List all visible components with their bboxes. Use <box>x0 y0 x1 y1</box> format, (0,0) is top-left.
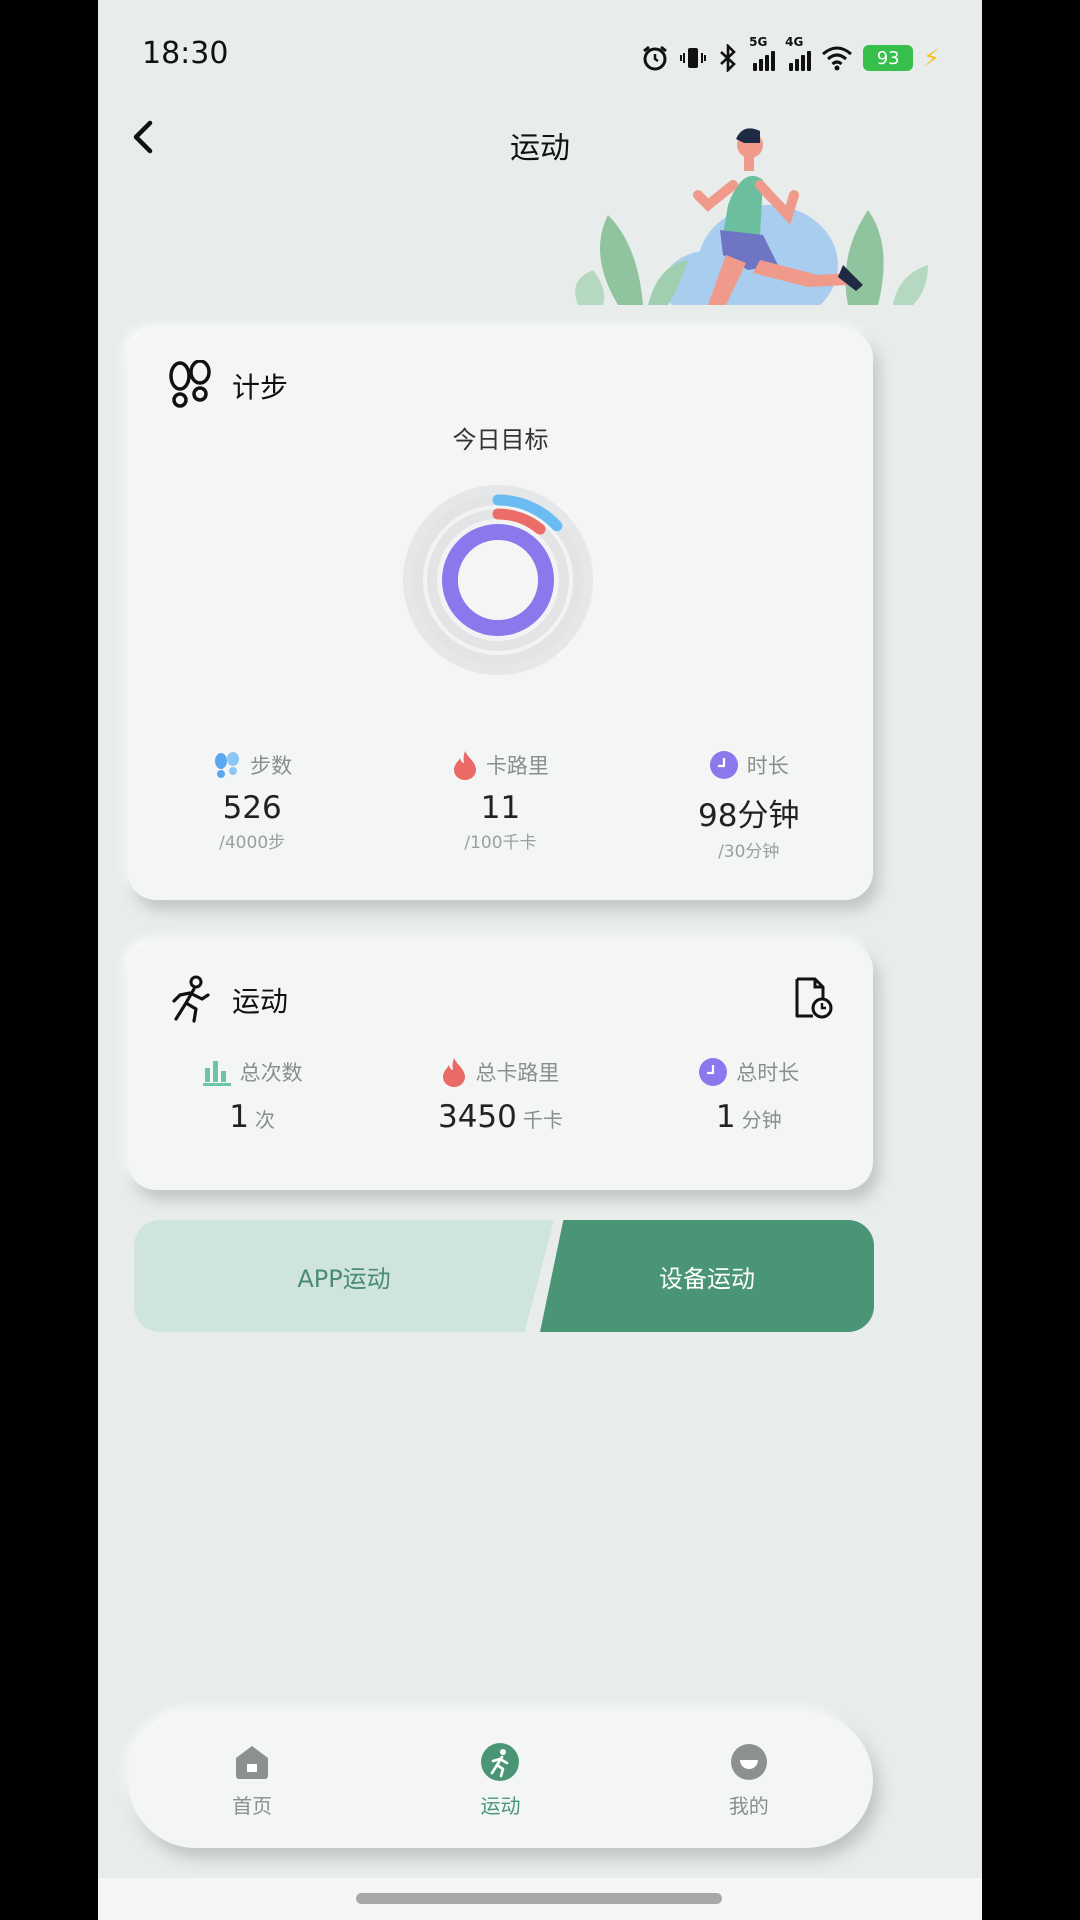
status-bar: 18:30 5G 4G 93 ⚡ <box>98 0 982 110</box>
nav-item-profile-label: 我的 <box>728 1793 769 1818</box>
signal-5g-icon: 5G <box>749 35 776 71</box>
stat-duration-value: 98分钟 <box>698 798 800 834</box>
status-icons: 5G 4G 93 ⚡ <box>641 35 940 78</box>
stat-total-calories: 总卡路里 3450 千卡 <box>376 1057 624 1135</box>
battery-icon: 93 <box>863 45 914 71</box>
stat-total-count-value: 1 <box>229 1099 250 1135</box>
runner-illustration <box>575 128 928 305</box>
stat-calories-label: 卡路里 <box>485 754 549 778</box>
step-counter-card: 计步 今日目标 步数 526 /4000步 卡路里 11 /100千卡 时长 9… <box>128 330 873 900</box>
nav-item-home[interactable]: 首页 <box>128 1712 376 1848</box>
stat-total-duration-label: 总时长 <box>736 1061 800 1085</box>
stat-steps-label: 步数 <box>250 754 293 778</box>
status-time: 18:30 <box>142 36 229 71</box>
stat-calories-goal: /100千卡 <box>464 833 537 853</box>
running-icon <box>481 1742 520 1781</box>
exercise-stats: 总次数 1 次 总卡路里 3450 千卡 总时长 1 分钟 <box>128 1057 873 1135</box>
stat-duration: 时长 98分钟 /30分钟 <box>625 750 873 862</box>
step-card-header: 计步 <box>166 360 288 412</box>
stat-total-duration-value: 1 <box>715 1099 736 1135</box>
stat-total-calories-value: 3450 <box>437 1099 517 1135</box>
step-card-title: 计步 <box>232 371 289 404</box>
app-exercise-button[interactable]: APP运动 <box>134 1220 554 1332</box>
profile-icon <box>730 1743 767 1780</box>
vibrate-icon <box>680 48 707 68</box>
bar-chart-icon <box>202 1061 231 1086</box>
goal-label: 今日目标 <box>452 426 549 454</box>
nav-item-profile[interactable]: 我的 <box>625 1712 873 1848</box>
stat-total-count-label: 总次数 <box>239 1061 303 1085</box>
gesture-bar <box>98 1878 982 1920</box>
signal-4g-icon: 4G <box>785 35 812 71</box>
stat-total-calories-label: 总卡路里 <box>475 1061 560 1085</box>
running-person-icon <box>172 975 210 1023</box>
clock-icon <box>709 751 738 779</box>
app-screen: 18:30 5G 4G 93 ⚡ 运动 计步 今日目标 步数 526 /4000… <box>98 0 982 1920</box>
stat-duration-label: 时长 <box>746 754 789 778</box>
goal-rings <box>403 485 593 675</box>
stat-total-count: 总次数 1 次 <box>128 1057 376 1135</box>
bluetooth-icon <box>720 44 737 72</box>
nav-item-exercise-label: 运动 <box>480 1793 521 1818</box>
stat-calories-value: 11 <box>480 790 521 826</box>
footprints-icon <box>169 360 211 408</box>
nav-item-home-label: 首页 <box>232 1793 273 1818</box>
clock-icon <box>699 1058 728 1086</box>
stat-duration-goal: /30分钟 <box>718 842 780 862</box>
stat-total-duration-unit: 分钟 <box>741 1108 782 1132</box>
rings-center <box>458 540 538 620</box>
flame-icon <box>453 751 476 780</box>
exercise-card-title: 运动 <box>232 985 289 1018</box>
exercise-card-header: 运动 <box>166 975 288 1025</box>
flame-icon <box>443 1058 466 1087</box>
page-header: 运动 <box>98 95 982 305</box>
exercise-card: 运动 总次数 1 次 总卡路里 3450 千卡 总时长 1 分钟 <box>128 942 873 1190</box>
stat-steps-goal: /4000步 <box>219 833 286 853</box>
home-icon <box>236 1745 269 1779</box>
stat-steps: 步数 526 /4000步 <box>128 750 376 862</box>
bottom-nav: 首页 运动 我的 <box>128 1712 873 1848</box>
nav-item-exercise[interactable]: 运动 <box>376 1712 624 1848</box>
footprints-icon <box>215 752 240 778</box>
stat-total-count-unit: 次 <box>255 1108 276 1132</box>
stat-steps-value: 526 <box>222 790 282 826</box>
exercise-history-button[interactable] <box>793 976 833 1020</box>
device-exercise-button[interactable]: 设备运动 <box>540 1220 874 1332</box>
document-clock-icon <box>795 977 833 1019</box>
stat-calories: 卡路里 11 /100千卡 <box>376 750 624 862</box>
exercise-mode-switch: APP运动 设备运动 <box>134 1220 874 1332</box>
home-indicator[interactable] <box>356 1893 722 1904</box>
stat-total-duration: 总时长 1 分钟 <box>625 1057 873 1135</box>
wifi-icon <box>822 46 853 71</box>
stat-total-calories-unit: 千卡 <box>522 1108 563 1132</box>
charging-icon: ⚡ <box>923 44 940 72</box>
alarm-icon <box>643 45 668 71</box>
step-stats: 步数 526 /4000步 卡路里 11 /100千卡 时长 98分钟 /30分… <box>128 750 873 862</box>
